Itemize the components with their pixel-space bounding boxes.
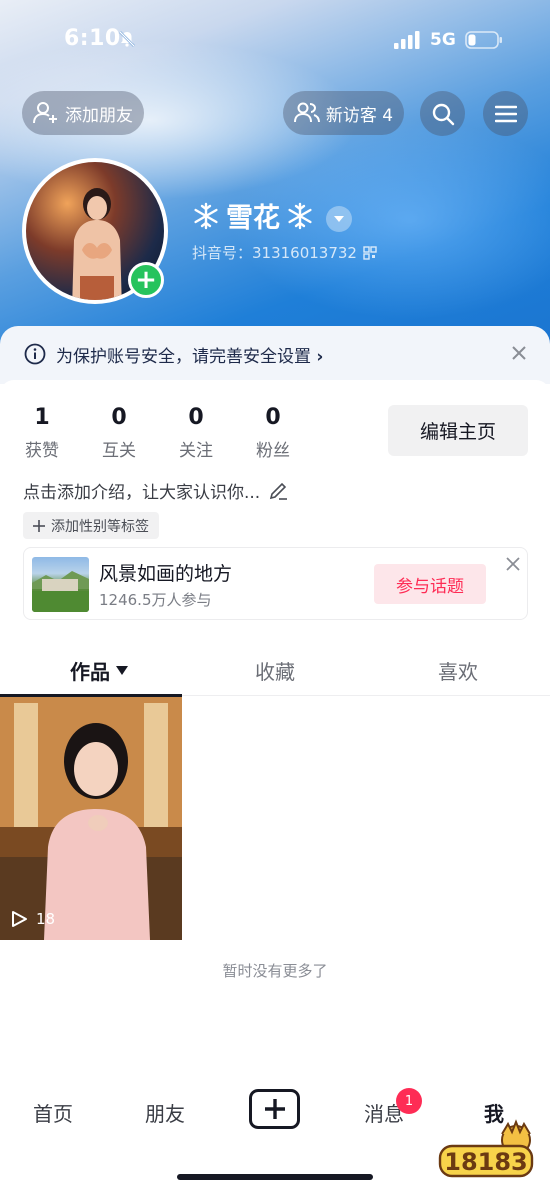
close-icon[interactable] [505,556,521,572]
snowflake-icon [288,202,312,229]
battery-icon [465,31,502,49]
topic-participants: 1246.5万人参与 [99,591,212,609]
security-notice-label: 为保护账号安全，请完善安全设置 [56,347,311,367]
home-indicator[interactable] [177,1174,373,1180]
douyin-id[interactable]: 抖音号：31316013732 [192,242,377,263]
no-more-text: 暂时没有更多了 [222,962,328,980]
watermark-logo: 18183 [438,1119,534,1178]
bio[interactable]: 点击添加介绍，让大家认识你... [23,478,288,503]
chevron-down-icon [334,216,344,222]
stat-value: 0 [265,405,281,430]
nickname[interactable]: 雪花 [192,196,314,235]
tab-works[interactable]: 作品 [70,656,128,685]
nav-friends[interactable]: 朋友 [145,1098,185,1127]
stat-value: 0 [188,405,204,430]
status-time: 6:10 [64,26,121,51]
tab-label: 作品 [70,660,110,684]
account-switch-button[interactable] [326,206,352,232]
stat-value: 1 [34,405,50,430]
visitors-icon [293,102,320,123]
chevron-right-icon: › [316,347,324,367]
caret-down-icon [116,666,128,675]
add-tag-button[interactable]: 添加性别等标签 [23,512,159,539]
stat-value: 0 [111,405,127,430]
video-cover-image [0,697,182,940]
search-button[interactable] [420,91,465,136]
topic-thumbnail [32,557,89,612]
content-tabs: 作品 收藏 喜欢 [0,640,550,696]
join-topic-button[interactable]: 参与话题 [374,564,486,604]
bio-text: 点击添加介绍，让大家认识你... [23,483,261,503]
edit-profile-button[interactable]: 编辑主页 [388,405,528,456]
menu-icon [494,105,517,122]
pencil-icon [270,482,288,500]
stat-likes[interactable]: 1 获赞 [12,405,72,461]
bell-slash-icon [119,31,135,47]
play-count-value: 18 [36,910,56,928]
add-friend-button[interactable]: 添加朋友 [22,91,144,135]
topic-title: 风景如画的地方 [99,563,233,585]
nickname-text: 雪花 [226,203,280,234]
svg-text:18183: 18183 [444,1148,528,1176]
qr-code-icon [363,245,377,260]
tab-likes[interactable]: 喜欢 [438,656,478,685]
stat-label: 互关 [102,441,136,461]
stat-following[interactable]: 0 关注 [166,405,226,461]
stat-label: 关注 [179,441,213,461]
snowflake-icon [194,202,218,229]
close-icon[interactable] [510,344,528,362]
add-user-icon [33,102,57,124]
tab-favorites[interactable]: 收藏 [255,656,295,685]
plus-icon [33,519,45,532]
stat-label: 粉丝 [256,441,290,461]
network-label: 5G [430,30,456,50]
signal-icon [394,31,420,49]
search-icon [432,103,454,125]
status-bar: 6:10 5G [0,0,550,80]
new-visitors-label: 新访客 4 [325,105,394,126]
avatar-container[interactable]: + [22,158,168,304]
security-notice-text[interactable]: 为保护账号安全，请完善安全设置 › [56,342,323,367]
landscape-image [32,571,89,612]
plus-icon [264,1099,285,1119]
nav-home[interactable]: 首页 [33,1098,73,1127]
video-thumbnail[interactable] [0,697,182,940]
play-icon [12,911,27,927]
stat-followers[interactable]: 0 粉丝 [243,405,303,461]
info-icon [24,343,46,365]
new-visitors-button[interactable]: 新访客 4 [283,91,404,135]
topic-card[interactable]: 风景如画的地方 1246.5万人参与 参与话题 [23,547,528,620]
avatar-photo [72,188,122,300]
menu-button[interactable] [483,91,528,136]
add-friend-label: 添加朋友 [65,105,133,126]
security-notice-banner[interactable]: 为保护账号安全，请完善安全设置 › [0,326,550,384]
message-badge: 1 [396,1088,422,1114]
add-avatar-story-button[interactable]: + [128,262,164,298]
douyin-id-text: 抖音号：31316013732 [192,244,357,262]
stat-label: 获赞 [25,441,59,461]
play-count: 18 [10,910,55,928]
create-post-button[interactable] [249,1089,300,1129]
stat-mutual[interactable]: 0 互关 [89,405,149,461]
add-tag-label: 添加性别等标签 [51,518,149,535]
